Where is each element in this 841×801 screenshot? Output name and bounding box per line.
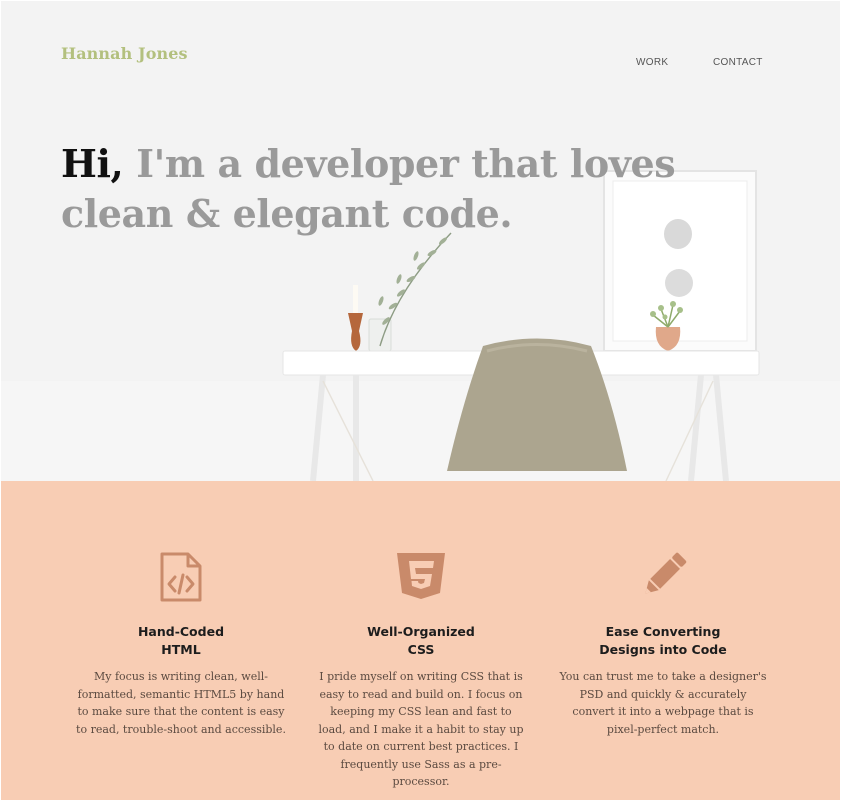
css3-icon bbox=[316, 551, 526, 603]
nav-link-contact[interactable]: CONTACT bbox=[713, 57, 763, 68]
pencil-icon bbox=[558, 551, 768, 603]
service-title: Ease Converting Designs into Code bbox=[599, 624, 727, 657]
service-description: You can trust me to take a designer's PS… bbox=[559, 670, 767, 736]
service-title: Hand-Coded HTML bbox=[137, 624, 225, 657]
hero-tagline: I'm a developer that loves clean & elega… bbox=[61, 141, 676, 236]
service-title: Well-Organized CSS bbox=[367, 624, 475, 657]
hero-background-image bbox=[1, 1, 840, 481]
services-section: Hand-Coded HTML My focus is writing clea… bbox=[1, 481, 840, 800]
service-description: I pride myself on writing CSS that is ea… bbox=[318, 670, 524, 788]
nav-link-work[interactable]: WORK bbox=[636, 57, 668, 68]
main-nav: WORK CONTACT bbox=[1, 57, 840, 73]
hero-headline: Hi, I'm a developer that loves clean & e… bbox=[61, 139, 701, 239]
hero-section: Hannah Jones WORK CONTACT Hi, I'm a deve… bbox=[1, 1, 840, 481]
page: Hannah Jones WORK CONTACT Hi, I'm a deve… bbox=[1, 1, 840, 800]
service-description: My focus is writing clean, well-formatte… bbox=[76, 670, 286, 736]
hero-greeting: Hi, bbox=[61, 141, 124, 186]
code-file-icon bbox=[76, 551, 286, 603]
